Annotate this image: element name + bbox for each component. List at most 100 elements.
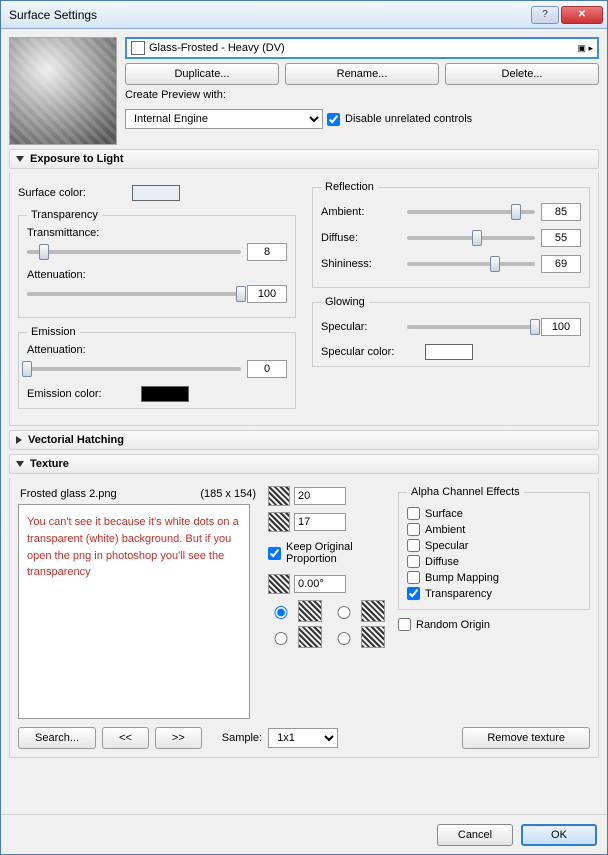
keep-proportion-checkbox[interactable]: Keep Original Proportion	[268, 541, 388, 565]
sample-label: Sample:	[222, 732, 262, 744]
emission-legend: Emission	[27, 326, 80, 338]
emission-attenuation-label: Attenuation:	[27, 344, 287, 356]
material-swatch-icon	[131, 41, 145, 55]
specular-value[interactable]: 100	[541, 318, 581, 336]
preview-engine-select[interactable]: Internal Engine	[125, 109, 323, 129]
keep-proportion-input[interactable]	[268, 547, 281, 560]
alpha-surface-label: Surface	[425, 508, 463, 520]
material-menu-icon[interactable]: ▣ ▸	[577, 43, 593, 54]
duplicate-button[interactable]: Duplicate...	[125, 63, 279, 85]
tile-1-icon	[298, 600, 322, 622]
search-button[interactable]: Search...	[18, 727, 96, 749]
alpha-ambient-cb[interactable]: Ambient	[407, 523, 581, 536]
reflection-legend: Reflection	[321, 181, 378, 193]
height-icon	[268, 512, 290, 532]
alpha-surface-cb[interactable]: Surface	[407, 507, 581, 520]
disable-unrelated-label: Disable unrelated controls	[345, 113, 472, 125]
texture-width-input[interactable]	[294, 487, 346, 505]
alpha-legend: Alpha Channel Effects	[407, 486, 524, 498]
alpha-ambient-label: Ambient	[425, 524, 465, 536]
alpha-transparency-cb[interactable]: Transparency	[407, 587, 581, 600]
shininess-slider[interactable]	[407, 262, 535, 266]
vectorial-title: Vectorial Hatching	[28, 434, 124, 446]
emission-color-swatch[interactable]	[141, 386, 189, 402]
texture-note: You can't see it because it's white dots…	[27, 516, 239, 578]
tile-3-radio[interactable]	[273, 632, 289, 645]
transmittance-value[interactable]: 8	[247, 243, 287, 261]
tile-3-icon	[298, 626, 322, 648]
alpha-surface-input[interactable]	[407, 507, 420, 520]
alpha-transparency-input[interactable]	[407, 587, 420, 600]
texture-angle-input[interactable]	[294, 575, 346, 593]
ambient-slider[interactable]	[407, 210, 535, 214]
rename-button[interactable]: Rename...	[285, 63, 439, 85]
tile-4-icon	[361, 626, 385, 648]
transmittance-slider[interactable]	[27, 250, 241, 254]
texture-body: Frosted glass 2.png (185 x 154) You can'…	[9, 478, 599, 758]
trans-attenuation-slider[interactable]	[27, 292, 241, 296]
surface-color-label: Surface color:	[18, 187, 128, 199]
tile-2-icon	[361, 600, 385, 622]
exposure-header[interactable]: Exposure to Light	[9, 149, 599, 169]
ambient-value[interactable]: 85	[541, 203, 581, 221]
chevron-down-icon	[16, 461, 24, 467]
emission-group: Emission Attenuation: 0 Emission color:	[18, 326, 296, 409]
specular-slider[interactable]	[407, 325, 535, 329]
delete-button[interactable]: Delete...	[445, 63, 599, 85]
texture-dims: (185 x 154)	[200, 488, 256, 500]
next-texture-button[interactable]: >>	[155, 727, 202, 749]
specular-label: Specular:	[321, 321, 401, 333]
alpha-specular-cb[interactable]: Specular	[407, 539, 581, 552]
material-name-field[interactable]: Glass-Frosted - Heavy (DV) ▣ ▸	[125, 37, 599, 59]
help-button[interactable]: ?	[531, 6, 559, 24]
ok-button[interactable]: OK	[521, 824, 597, 846]
emission-attenuation-slider[interactable]	[27, 367, 241, 371]
shininess-value[interactable]: 69	[541, 255, 581, 273]
tile-2-radio[interactable]	[336, 606, 352, 619]
tile-1-radio[interactable]	[273, 606, 289, 619]
alpha-ambient-input[interactable]	[407, 523, 420, 536]
vectorial-header[interactable]: Vectorial Hatching	[9, 430, 599, 450]
alpha-specular-input[interactable]	[407, 539, 420, 552]
random-origin-label: Random Origin	[416, 619, 490, 631]
chevron-right-icon	[16, 436, 22, 444]
random-origin-input[interactable]	[398, 618, 411, 631]
disable-unrelated-checkbox[interactable]: Disable unrelated controls	[327, 113, 472, 126]
material-preview	[9, 37, 117, 145]
alpha-diffuse-cb[interactable]: Diffuse	[407, 555, 581, 568]
tile-4-radio[interactable]	[336, 632, 352, 645]
transparency-group: Transparency Transmittance: 8 Attenuatio…	[18, 209, 296, 318]
disable-unrelated-input[interactable]	[327, 113, 340, 126]
dialog-body: Glass-Frosted - Heavy (DV) ▣ ▸ Duplicate…	[1, 29, 607, 814]
random-origin-cb[interactable]: Random Origin	[398, 618, 590, 631]
dialog-window: { "window": { "title": "Surface Settings…	[0, 0, 608, 855]
exposure-title: Exposure to Light	[30, 153, 124, 165]
texture-title: Texture	[30, 458, 69, 470]
create-preview-label: Create Preview with:	[125, 89, 599, 101]
texture-filename: Frosted glass 2.png	[20, 488, 117, 500]
diffuse-label: Diffuse:	[321, 232, 401, 244]
alpha-bump-label: Bump Mapping	[425, 572, 499, 584]
material-name: Glass-Frosted - Heavy (DV)	[149, 42, 285, 54]
emission-attenuation-value[interactable]: 0	[247, 360, 287, 378]
exposure-body: Surface color: Transparency Transmittanc…	[9, 173, 599, 426]
alpha-specular-label: Specular	[425, 540, 468, 552]
trans-attenuation-value[interactable]: 100	[247, 285, 287, 303]
surface-color-swatch[interactable]	[132, 185, 180, 201]
width-icon	[268, 486, 290, 506]
prev-texture-button[interactable]: <<	[102, 727, 149, 749]
texture-header[interactable]: Texture	[9, 454, 599, 474]
texture-height-input[interactable]	[294, 513, 346, 531]
alpha-diffuse-input[interactable]	[407, 555, 420, 568]
remove-texture-button[interactable]: Remove texture	[462, 727, 590, 749]
reflection-group: Reflection Ambient: 85 Diffuse: 55 Shini…	[312, 181, 590, 288]
close-button[interactable]: ✕	[561, 6, 603, 24]
diffuse-value[interactable]: 55	[541, 229, 581, 247]
alpha-bump-input[interactable]	[407, 571, 420, 584]
cancel-button[interactable]: Cancel	[437, 824, 513, 846]
specular-color-label: Specular color:	[321, 346, 421, 358]
specular-color-swatch[interactable]	[425, 344, 473, 360]
diffuse-slider[interactable]	[407, 236, 535, 240]
sample-select[interactable]: 1x1	[268, 728, 338, 748]
alpha-bump-cb[interactable]: Bump Mapping	[407, 571, 581, 584]
